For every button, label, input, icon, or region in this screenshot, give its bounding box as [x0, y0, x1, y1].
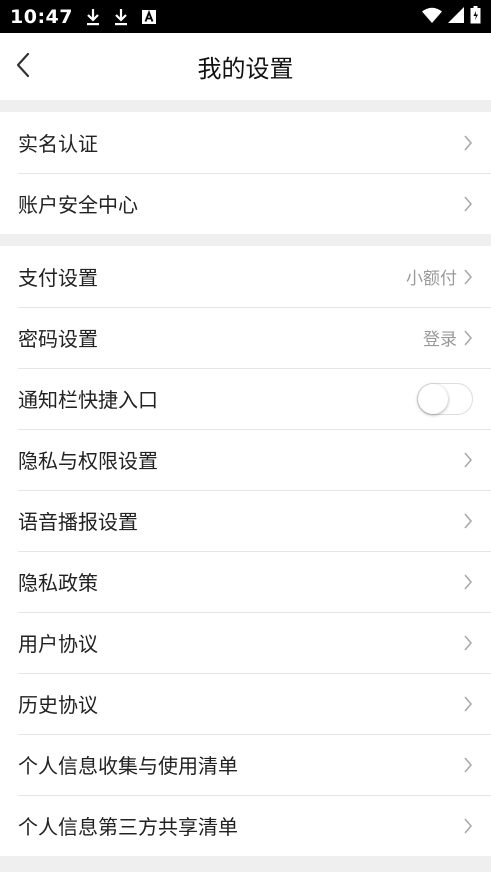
settings-item-voice-broadcast[interactable]: 语音播报设置: [0, 490, 491, 551]
section-gap: [0, 234, 491, 246]
settings-item-label: 个人信息第三方共享清单: [18, 815, 238, 839]
chevron-right-icon: [463, 451, 473, 469]
chevron-right-icon: [463, 195, 473, 213]
a-box-icon: [141, 8, 157, 26]
settings-item-label: 隐私政策: [18, 571, 98, 595]
notification-shortcut-toggle[interactable]: [417, 382, 473, 415]
settings-item-label: 历史协议: [18, 693, 98, 717]
settings-item-password[interactable]: 密码设置 登录: [0, 307, 491, 368]
settings-item-label: 个人信息收集与使用清单: [18, 754, 238, 778]
settings-item-label: 隐私与权限设置: [18, 449, 158, 473]
settings-item-label: 通知栏快捷入口: [18, 388, 158, 412]
signal-icon: [448, 6, 464, 27]
settings-item-label: 密码设置: [18, 327, 98, 351]
settings-item-account-security[interactable]: 账户安全中心: [0, 173, 491, 234]
chevron-right-icon: [463, 134, 473, 152]
toggle-knob: [418, 383, 448, 414]
settings-item-label: 实名认证: [18, 132, 98, 156]
back-button[interactable]: [8, 47, 38, 87]
settings-item-privacy-policy[interactable]: 隐私政策: [0, 551, 491, 612]
chevron-right-icon: [463, 756, 473, 774]
page-title: 我的设置: [197, 55, 294, 83]
download-icon: [113, 8, 129, 26]
settings-item-value: 登录: [423, 330, 457, 350]
chevron-right-icon: [463, 573, 473, 591]
settings-item-third-party-sharing-list[interactable]: 个人信息第三方共享清单: [0, 795, 491, 856]
settings-item-info-collection-list[interactable]: 个人信息收集与使用清单: [0, 734, 491, 795]
battery-icon: [470, 5, 481, 28]
chevron-right-icon: [463, 268, 473, 286]
section-gap: [0, 100, 491, 112]
settings-group-account: 实名认证 账户安全中心: [0, 112, 491, 234]
status-time: 10:47: [10, 5, 73, 28]
app-bar: 我的设置: [0, 33, 491, 100]
settings-item-label: 语音播报设置: [18, 510, 138, 534]
settings-item-user-agreement[interactable]: 用户协议: [0, 612, 491, 673]
settings-item-privacy-permissions[interactable]: 隐私与权限设置: [0, 429, 491, 490]
wifi-icon: [422, 7, 442, 27]
chevron-right-icon: [463, 634, 473, 652]
settings-item-label: 用户协议: [18, 632, 98, 656]
settings-item-notification-shortcut: 通知栏快捷入口: [0, 368, 491, 429]
chevron-right-icon: [463, 512, 473, 530]
chevron-right-icon: [463, 695, 473, 713]
settings-item-label: 支付设置: [18, 266, 98, 290]
chevron-right-icon: [463, 817, 473, 835]
download-icon: [85, 8, 101, 26]
status-bar: 10:47: [0, 0, 491, 33]
settings-item-history-agreement[interactable]: 历史协议: [0, 673, 491, 734]
settings-item-label: 账户安全中心: [18, 193, 138, 217]
settings-item-payment[interactable]: 支付设置 小额付: [0, 246, 491, 307]
chevron-right-icon: [463, 329, 473, 347]
settings-group-general: 支付设置 小额付 密码设置 登录 通知栏快捷入口 隐私与权限设置 语音播报设置 …: [0, 246, 491, 856]
chevron-left-icon: [16, 52, 30, 82]
settings-item-value: 小额付: [406, 269, 457, 289]
settings-item-real-name[interactable]: 实名认证: [0, 112, 491, 173]
